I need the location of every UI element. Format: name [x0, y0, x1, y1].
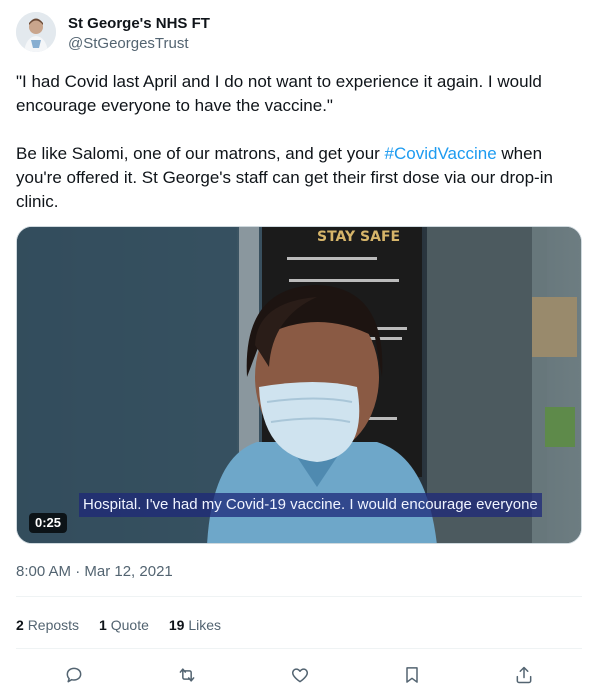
reply-icon: [66, 667, 82, 683]
bookmark-icon: [406, 667, 418, 683]
tweet-text-segment: Be like Salomi, one of our matrons, and …: [16, 144, 385, 163]
reply-button[interactable]: [61, 662, 87, 688]
share-button[interactable]: [511, 662, 537, 688]
divider: [16, 596, 582, 597]
video-caption: Hospital. I've had my Covid-19 vaccine. …: [79, 493, 542, 517]
bookmark-button[interactable]: [399, 662, 425, 688]
repost-button[interactable]: [174, 662, 200, 688]
user-handle[interactable]: @StGeorgesTrust: [68, 34, 210, 54]
tweet-paragraph-2: Be like Salomi, one of our matrons, and …: [16, 142, 576, 214]
likes-stat[interactable]: 19 Likes: [169, 616, 221, 634]
tweet-timestamp[interactable]: 8:00 AM · Mar 12, 2021: [16, 562, 173, 582]
reposts-label: Reposts: [27, 617, 80, 633]
tweet-text: "I had Covid last April and I do not wan…: [16, 70, 576, 214]
reposts-count: 2: [16, 617, 24, 633]
action-bar: [16, 662, 582, 688]
quotes-count: 1: [99, 617, 107, 633]
display-name[interactable]: St George's NHS FT: [68, 14, 210, 34]
divider: [16, 648, 582, 649]
share-icon: [516, 666, 532, 684]
repost-icon: [179, 668, 195, 682]
quotes-label: Quote: [110, 617, 149, 633]
video-player[interactable]: STAY SAFE Hospital. I've had my Covid-19…: [16, 226, 582, 544]
likes-count: 19: [168, 617, 185, 633]
quotes-stat[interactable]: 1 Quote: [99, 616, 149, 634]
likes-label: Likes: [188, 617, 222, 633]
like-icon: [291, 668, 309, 683]
like-button[interactable]: [287, 662, 313, 688]
sign-title: STAY SAFE: [317, 229, 400, 245]
reposts-stat[interactable]: 2 Reposts: [16, 616, 79, 634]
engagement-stats: 2 Reposts 1 Quote 19 Likes: [16, 616, 221, 634]
hashtag-link[interactable]: #CovidVaccine: [385, 144, 497, 163]
avatar[interactable]: [16, 12, 56, 52]
video-duration-badge: 0:25: [29, 513, 68, 533]
tweet-paragraph-1: "I had Covid last April and I do not wan…: [16, 72, 542, 115]
tweet-header: St George's NHS FT @StGeorgesTrust: [16, 12, 582, 56]
